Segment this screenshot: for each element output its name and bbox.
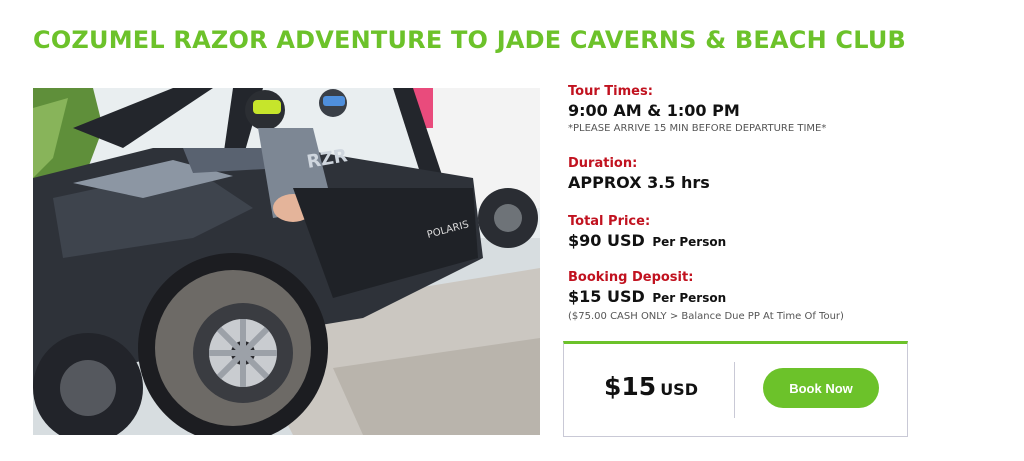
booking-divider [734, 362, 735, 418]
duration-label: Duration: [568, 156, 638, 171]
deposit-suffix: Per Person [652, 291, 727, 305]
tour-photo: POLARIS RZR [33, 88, 540, 435]
deposit-amount: $15 USD [568, 287, 645, 306]
total-price-value: $90 USD Per Person [568, 230, 726, 253]
arrival-note: *PLEASE ARRIVE 15 MIN BEFORE DEPARTURE T… [568, 123, 827, 134]
deposit-label: Booking Deposit: [568, 270, 694, 285]
deposit-section: Booking Deposit: $15 USD Per Person ($75… [568, 270, 844, 324]
booking-amount: $15 [604, 372, 657, 401]
tour-times-section: Tour Times: 9:00 AM & 1:00 PM *PLEASE AR… [568, 84, 826, 136]
booking-currency: USD [660, 380, 698, 399]
tour-times-label: Tour Times: [568, 84, 653, 99]
total-price-amount: $90 USD [568, 231, 645, 250]
booking-box: $15 USD Book Now [563, 341, 908, 437]
deposit-value: $15 USD Per Person [568, 286, 844, 309]
tour-times-value: 9:00 AM & 1:00 PM [568, 101, 740, 120]
deposit-note: ($75.00 CASH ONLY > Balance Due PP At Ti… [568, 311, 844, 322]
book-now-button[interactable]: Book Now [763, 368, 879, 408]
total-price-label: Total Price: [568, 214, 651, 229]
total-price-section: Total Price: $90 USD Per Person [568, 214, 726, 253]
booking-price: $15 USD [604, 372, 698, 401]
page-title: COZUMEL RAZOR ADVENTURE TO JADE CAVERNS … [33, 26, 907, 54]
duration-value: APPROX 3.5 hrs [568, 173, 710, 192]
duration-section: Duration: APPROX 3.5 hrs [568, 156, 710, 193]
total-price-suffix: Per Person [652, 235, 727, 249]
